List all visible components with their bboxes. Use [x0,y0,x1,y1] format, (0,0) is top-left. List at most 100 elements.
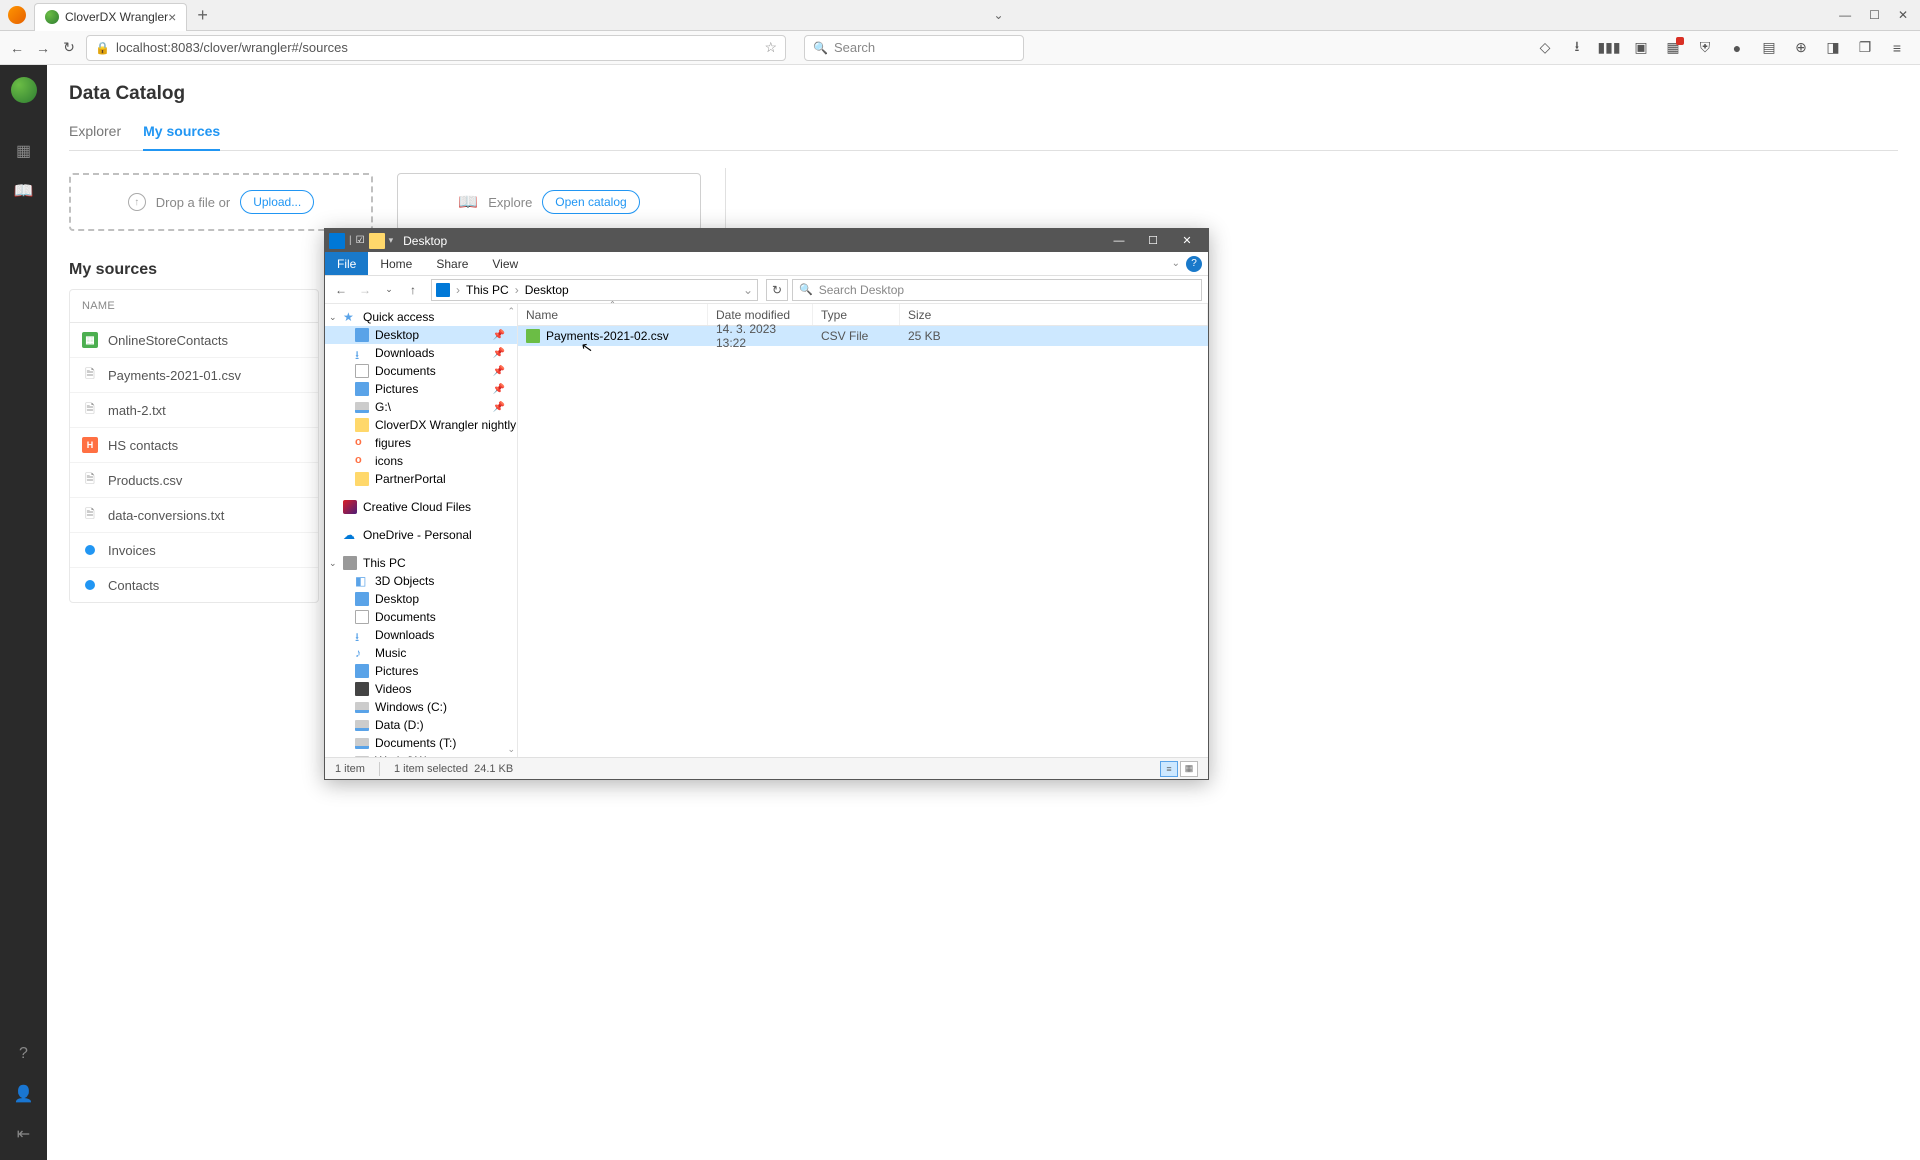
column-header-type[interactable]: Type [813,304,900,325]
library-icon[interactable]: ▮▮▮ [1600,39,1618,57]
browser-search-input[interactable]: 🔍 Search [804,35,1024,61]
source-row[interactable]: 🗎Payments-2021-01.csv [70,358,318,393]
column-header-size[interactable]: Size [900,304,1208,325]
nav-up-button[interactable]: ↑ [403,280,423,300]
tree-pictures2[interactable]: Pictures [325,662,517,680]
address-dropdown[interactable]: ⌄ [743,283,753,297]
tab-explorer[interactable]: Explorer [69,123,121,150]
tree-videos[interactable]: Videos [325,680,517,698]
explorer-maximize-button[interactable]: ☐ [1136,229,1170,252]
column-header-date[interactable]: Date modified [708,304,813,325]
bookmark-star-icon[interactable]: ☆ [764,39,777,56]
tree-music[interactable]: ♪Music [325,644,517,662]
explorer-app-icon[interactable] [329,233,345,249]
tree-data-d[interactable]: Data (D:) [325,716,517,734]
explorer-titlebar[interactable]: | ☑ ▾ Desktop — ☐ ✕ [325,229,1208,252]
explorer-search-input[interactable]: 🔍 Search Desktop [792,279,1202,301]
ribbon-tab-share[interactable]: Share [424,252,480,275]
nav-forward-button[interactable]: → [355,280,375,300]
ribbon-tab-file[interactable]: File [325,252,368,275]
extension-icon[interactable]: ▦ [1664,39,1682,57]
tree-documents2[interactable]: Documents [325,608,517,626]
sidebar-item-catalog[interactable]: 📖 [14,181,34,201]
url-input[interactable]: 🔒 localhost:8083/clover/wrangler#/source… [86,35,786,61]
ribbon-collapse-icon[interactable]: ⌄ [1172,258,1180,269]
tree-cdx-nightly[interactable]: CloverDX Wrangler nightly [325,416,517,434]
source-row[interactable]: ▦OnlineStoreContacts [70,323,318,358]
tree-desktop2[interactable]: Desktop [325,590,517,608]
forward-button[interactable]: → [34,39,52,57]
browser-tab[interactable]: CloverDX Wrangler × [34,3,187,31]
nav-history-dropdown[interactable]: ⌄ [379,280,399,300]
tree-scroll-down[interactable]: ⌄ [507,744,515,755]
qat-dropdown[interactable]: ☑ [356,235,365,246]
source-row[interactable]: Invoices [70,533,318,568]
sidebar-icon[interactable]: ◨ [1824,39,1842,57]
tree-downloads[interactable]: ⭳Downloads📌 [325,344,517,362]
minimize-button[interactable]: — [1839,8,1851,22]
nav-back-button[interactable]: ← [331,280,351,300]
tree-downloads2[interactable]: ⭳Downloads [325,626,517,644]
new-tab-button[interactable]: + [197,5,208,26]
view-details-button[interactable]: ≡ [1160,761,1178,777]
reload-button[interactable]: ↻ [60,39,78,57]
tree-creative-cloud[interactable]: Creative Cloud Files [325,498,517,516]
breadcrumb-root-chevron[interactable]: › [454,283,462,297]
tree-icons[interactable]: oicons [325,452,517,470]
explorer-tree[interactable]: ⌃ ⌄★Quick access Desktop📌 ⭳Downloads📌 Do… [325,304,518,757]
upload-dropzone[interactable]: ↑ Drop a file or Upload... [69,173,373,231]
breadcrumb-chevron[interactable]: › [513,283,521,297]
open-catalog-button[interactable]: Open catalog [542,190,639,214]
tree-pictures[interactable]: Pictures📌 [325,380,517,398]
extensions-icon[interactable]: ❐ [1856,39,1874,57]
sidebar-logout-icon[interactable]: ⇤ [14,1124,34,1144]
tree-work-w[interactable]: Work (W:) [325,752,517,757]
cloverdx-logo[interactable] [11,77,37,103]
tree-g-drive[interactable]: G:\📌 [325,398,517,416]
tree-documents[interactable]: Documents📌 [325,362,517,380]
file-row[interactable]: Payments-2021-02.csv 14. 3. 2023 13:22 C… [518,326,1208,346]
source-row[interactable]: 🗎Products.csv [70,463,318,498]
address-bar[interactable]: › This PC › Desktop ⌄ [431,279,758,301]
tree-onedrive[interactable]: ☁OneDrive - Personal [325,526,517,544]
close-tab-icon[interactable]: × [168,9,176,25]
source-row[interactable]: 🗎math-2.txt [70,393,318,428]
maximize-button[interactable]: ☐ [1869,8,1880,22]
close-button[interactable]: ✕ [1898,8,1908,22]
ribbon-tab-home[interactable]: Home [368,252,424,275]
pocket-icon[interactable]: ◇ [1536,39,1554,57]
tree-windows-c[interactable]: Windows (C:) [325,698,517,716]
tab-my-sources[interactable]: My sources [143,123,220,151]
tree-partner-portal[interactable]: PartnerPortal [325,470,517,488]
sidebar-help-icon[interactable]: ? [14,1044,34,1064]
breadcrumb-desktop[interactable]: Desktop [521,283,573,297]
breadcrumb-this-pc[interactable]: This PC [462,283,513,297]
shield-icon[interactable]: ⛨ [1696,39,1714,57]
explorer-minimize-button[interactable]: — [1102,229,1136,252]
view-thumbnails-button[interactable]: ▦ [1180,761,1198,777]
translate-icon[interactable]: ⊕ [1792,39,1810,57]
tabs-overflow-icon[interactable]: ⌄ [993,8,1003,22]
tree-figures[interactable]: ofigures [325,434,517,452]
refresh-button[interactable]: ↻ [766,279,788,301]
source-row[interactable]: 🗎data-conversions.txt [70,498,318,533]
ribbon-tab-view[interactable]: View [480,252,530,275]
help-icon[interactable]: ? [1186,256,1202,272]
upload-button[interactable]: Upload... [240,190,314,214]
extension2-icon[interactable]: ● [1728,39,1746,57]
note-icon[interactable]: ▤ [1760,39,1778,57]
explorer-close-button[interactable]: ✕ [1170,229,1204,252]
source-row[interactable]: HHS contacts [70,428,318,463]
tree-quick-access[interactable]: ⌄★Quick access [325,308,517,326]
qat-overflow[interactable]: ▾ [389,235,394,246]
tree-desktop[interactable]: Desktop📌 [325,326,517,344]
menu-icon[interactable]: ≡ [1888,39,1906,57]
column-header-name[interactable]: NAME [70,290,318,323]
back-button[interactable]: ← [8,39,26,57]
sidebar-item-workspace[interactable]: ▦ [14,141,34,161]
column-header-name[interactable]: Name⌃ [518,304,708,325]
tree-documents-t[interactable]: Documents (T:) [325,734,517,752]
tree-3d-objects[interactable]: ◧3D Objects [325,572,517,590]
qat-folder-icon[interactable] [369,233,385,249]
download-icon[interactable]: ⭳ [1568,39,1586,57]
